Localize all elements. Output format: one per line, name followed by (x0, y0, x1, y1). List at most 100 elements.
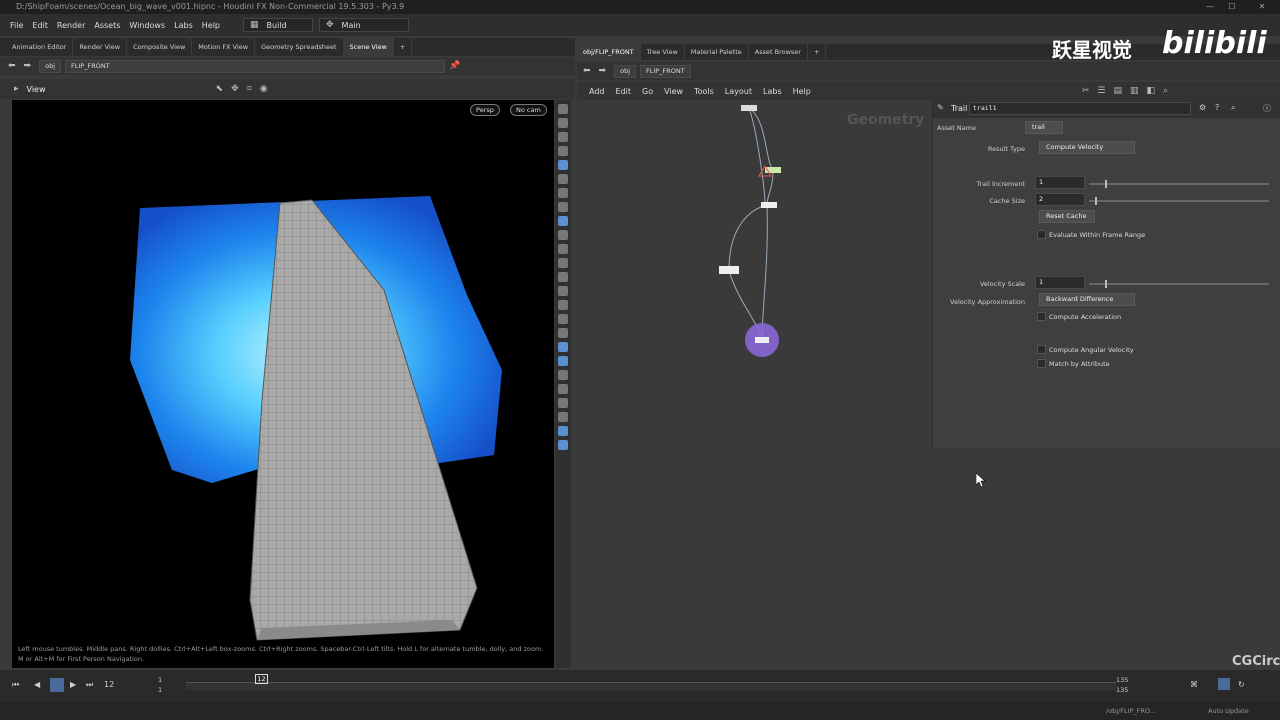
tool-icon-12[interactable] (558, 314, 568, 324)
path-segment-node[interactable]: FLIP_FRONT (65, 59, 446, 73)
node-name-field[interactable]: trail1 (969, 102, 1191, 115)
search-icon[interactable]: ⌕ (1163, 86, 1168, 96)
reset-cache-button[interactable]: Reset Cache (1039, 210, 1095, 223)
gear-icon[interactable]: ⚙ (1199, 103, 1206, 112)
close-button[interactable]: ✕ (1252, 0, 1272, 14)
tool-icon-17[interactable] (558, 412, 568, 422)
tool-icon-7[interactable] (558, 244, 568, 254)
current-frame-display[interactable]: 12 (104, 680, 114, 689)
display-icon[interactable] (558, 160, 568, 170)
match-attr-checkbox[interactable] (1037, 359, 1046, 368)
range-end[interactable]: 135 (1116, 686, 1128, 694)
tab-asset-browser[interactable]: Asset Browser (749, 43, 808, 61)
start-frame[interactable]: 1 (158, 676, 162, 684)
timeline-track[interactable] (186, 682, 1116, 690)
tool-icon-4[interactable] (558, 188, 568, 198)
menu-labs[interactable]: Labs (174, 21, 193, 30)
right-path-segment-node[interactable]: FLIP_FRONT (640, 64, 691, 78)
velocity-scale-field[interactable]: 1 (1035, 276, 1085, 289)
network-menu-view[interactable]: View (664, 87, 683, 96)
forward-arrow-icon[interactable]: ➡ (24, 61, 32, 71)
trail-increment-field[interactable]: 1 (1035, 176, 1085, 189)
select-tool-icon[interactable]: ⬉ (216, 84, 224, 94)
info-icon[interactable]: ⓘ (1263, 103, 1271, 114)
tool-icon-14[interactable] (558, 370, 568, 380)
move-tool-icon[interactable]: ✥ (231, 84, 239, 94)
snap-icon[interactable]: ⌗ (247, 84, 252, 94)
tab-material-palette[interactable]: Material Palette (685, 43, 749, 61)
tool-icon-3[interactable] (558, 146, 568, 156)
velocity-approx-dropdown[interactable]: Backward Difference (1039, 293, 1135, 306)
forward-arrow-icon-right[interactable]: ➡ (599, 66, 607, 76)
first-frame-icon[interactable]: ⏮ (12, 680, 19, 690)
add-tab-button[interactable]: + (394, 38, 413, 56)
network-menu-edit[interactable]: Edit (616, 87, 632, 96)
back-arrow-icon[interactable]: ⬅ (8, 61, 16, 71)
realtime-toggle[interactable] (1218, 678, 1230, 690)
camera-button[interactable]: No cam (510, 104, 547, 116)
play-icon[interactable]: ▶ (70, 680, 76, 689)
cache-size-slider[interactable] (1089, 200, 1269, 202)
tool-icon-13[interactable] (558, 328, 568, 338)
grid-icon[interactable] (558, 356, 568, 366)
network-menu-add[interactable]: Add (589, 87, 605, 96)
network-menu-go[interactable]: Go (642, 87, 653, 96)
background-icon[interactable] (558, 426, 568, 436)
tab-scene-view[interactable]: Scene View (343, 38, 394, 56)
guide-icon[interactable] (558, 440, 568, 450)
minimize-button[interactable]: — (1200, 0, 1220, 14)
tab-render-view[interactable]: Render View (73, 38, 128, 56)
scene-viewport[interactable]: Persp No cam Left mouse tumbles. Middle … (12, 100, 554, 668)
network-menu-labs[interactable]: Labs (763, 87, 782, 96)
menu-file[interactable]: File (10, 21, 23, 30)
trail-increment-knob[interactable] (1105, 180, 1107, 188)
eval-frame-range-checkbox[interactable] (1037, 230, 1046, 239)
menu-windows[interactable]: Windows (129, 21, 165, 30)
split-icon[interactable]: ▥ (1130, 86, 1139, 96)
view-label[interactable]: View (27, 85, 46, 94)
menu-assets[interactable]: Assets (94, 21, 120, 30)
prev-frame-icon[interactable]: ◀ (34, 680, 40, 689)
shading-icon[interactable] (558, 216, 568, 226)
range-start[interactable]: 1 (158, 686, 162, 694)
wrench-icon[interactable]: ✂ (1082, 86, 1090, 96)
network-menu-help[interactable]: Help (793, 87, 811, 96)
cache-size-field[interactable]: 2 (1035, 193, 1085, 206)
tool-icon-2[interactable] (558, 118, 568, 128)
layout-icon[interactable]: ▤ (1113, 86, 1122, 96)
tool-icon-10[interactable] (558, 286, 568, 296)
camera-icon[interactable]: ◉ (260, 84, 268, 94)
view-menu-icon[interactable]: ▸ (14, 84, 19, 94)
compute-angular-checkbox[interactable] (1037, 345, 1046, 354)
trail-increment-slider[interactable] (1089, 183, 1269, 185)
right-path-segment-obj[interactable]: obj (614, 64, 637, 78)
tab-tree-view[interactable]: Tree View (641, 43, 685, 61)
asset-name-selector[interactable]: trail (1025, 121, 1063, 134)
tab-animation-editor[interactable]: Animation Editor (6, 38, 74, 56)
cache-size-knob[interactable] (1095, 197, 1097, 205)
tab-geometry-spreadsheet[interactable]: Geometry Spreadsheet (255, 38, 344, 56)
list-icon[interactable]: ☰ (1097, 86, 1105, 96)
auto-update-selector[interactable]: Auto Update (1208, 707, 1249, 715)
search-params-icon[interactable]: ⌕ (1231, 103, 1235, 113)
result-type-dropdown[interactable]: Compute Velocity (1039, 141, 1135, 154)
tab-motion-fx-view[interactable]: Motion FX View (192, 38, 256, 56)
tool-icon-15[interactable] (558, 384, 568, 394)
tool-icon-9[interactable] (558, 272, 568, 282)
help-icon[interactable]: ? (1215, 103, 1219, 112)
shelf-selector[interactable]: ▦ Build (243, 18, 313, 32)
velocity-scale-slider[interactable] (1089, 283, 1269, 285)
light-icon[interactable] (558, 174, 568, 184)
stop-button[interactable] (50, 678, 64, 692)
persp-button[interactable]: Persp (470, 104, 500, 116)
wireframe-icon[interactable] (558, 342, 568, 352)
compute-accel-checkbox[interactable] (1037, 312, 1046, 321)
tab-network-view[interactable]: obj/FLIP_FRONT (577, 43, 641, 61)
menu-render[interactable]: Render (57, 21, 85, 30)
tool-icon-1[interactable] (558, 104, 568, 114)
tool-icon-11[interactable] (558, 300, 568, 310)
velocity-scale-knob[interactable] (1105, 280, 1107, 288)
menu-help[interactable]: Help (202, 21, 220, 30)
desktop-selector[interactable]: ✥ Main (319, 18, 409, 32)
path-segment-obj[interactable]: obj (39, 59, 62, 73)
